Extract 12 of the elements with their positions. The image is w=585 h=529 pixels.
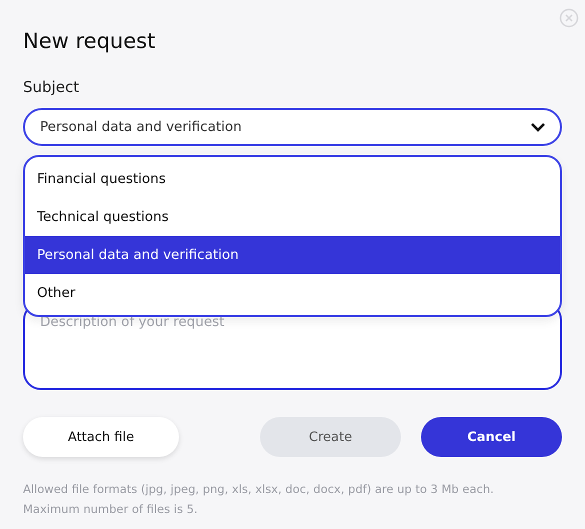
dropdown-option[interactable]: Technical questions (25, 198, 560, 236)
dialog-title: New request (23, 28, 156, 54)
help-text: Maximum number of files is 5. (23, 501, 199, 518)
attach-file-button[interactable]: Attach file (23, 417, 179, 457)
dropdown-option[interactable]: Personal data and verification (25, 236, 560, 274)
subject-dropdown[interactable]: Personal data and verification (23, 108, 562, 146)
field-label: Subject (23, 78, 80, 96)
chevron-down-icon (530, 122, 546, 132)
close-icon[interactable] (559, 8, 579, 28)
help-text: Allowed file formats (jpg, jpeg, png, xls, xlsx, doc, docx, pdf) are up to 3 Mb each. (23, 481, 495, 498)
dropdown-option[interactable]: Financial questions (25, 160, 560, 198)
action-button[interactable]: Cancel (421, 417, 562, 457)
